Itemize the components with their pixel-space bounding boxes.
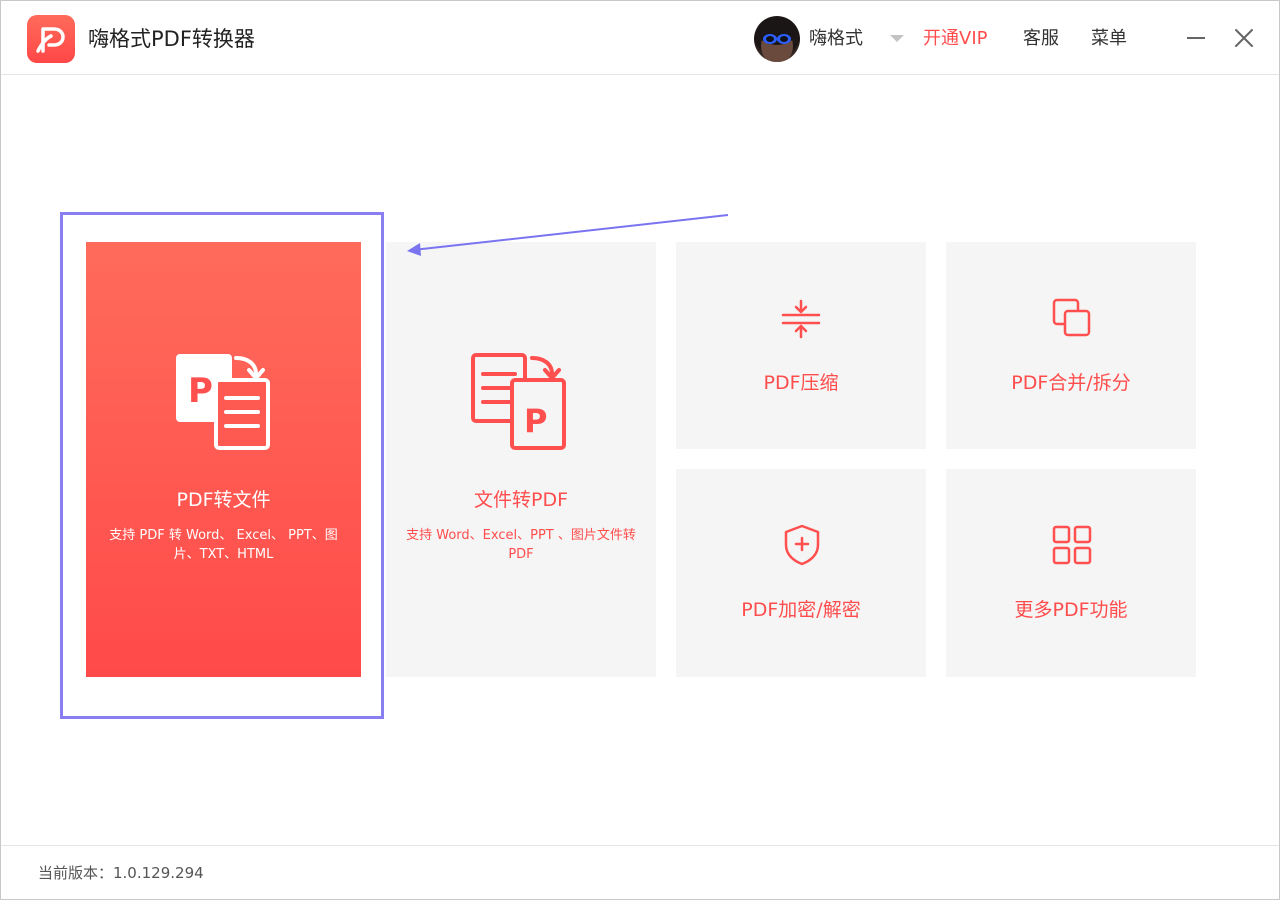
svg-text:P: P — [524, 402, 547, 440]
app-title: 嗨格式PDF转换器 — [88, 27, 255, 51]
more-pdf-tile[interactable]: 更多PDF功能 — [946, 469, 1196, 677]
pdf-merge-split-tile[interactable]: PDF合并/拆分 — [946, 242, 1196, 449]
file-to-pdf-icon: P — [470, 352, 570, 456]
pdf-to-file-desc: 支持 PDF 转 Word、 Excel、 PPT、图片、TXT、HTML — [109, 528, 338, 562]
pdf-to-file-icon: P — [174, 352, 274, 456]
minimize-icon[interactable] — [1187, 37, 1205, 39]
user-avatar[interactable] — [754, 16, 800, 62]
merge-split-icon — [1052, 298, 1092, 342]
open-vip-button[interactable]: 开通VIP — [923, 27, 987, 51]
more-pdf-title: 更多PDF功能 — [1014, 599, 1128, 621]
file-to-pdf-tile[interactable]: P 文件转PDF 支持 Word、Excel、PPT 、图片文件转 PDF — [386, 242, 656, 677]
shield-icon — [782, 523, 822, 571]
svg-text:P: P — [188, 371, 213, 411]
compress-icon — [781, 299, 821, 343]
pdf-compress-tile[interactable]: PDF压缩 — [676, 242, 926, 449]
pdf-merge-split-title: PDF合并/拆分 — [1011, 372, 1131, 394]
pdf-compress-title: PDF压缩 — [763, 372, 839, 394]
pdf-encrypt-title: PDF加密/解密 — [741, 599, 861, 621]
pdf-encrypt-tile[interactable]: PDF加密/解密 — [676, 469, 926, 677]
app-window: 嗨格式PDF转换器 嗨格式 开通VIP 客服 菜单 P PDF转文件 支持 PD… — [0, 0, 1280, 900]
close-icon[interactable] — [1234, 28, 1254, 48]
menu-button[interactable]: 菜单 — [1091, 27, 1127, 51]
pdf-to-file-title: PDF转文件 — [176, 489, 271, 511]
footer: 当前版本：1.0.129.294 — [1, 845, 1279, 900]
customer-service-button[interactable]: 客服 — [1023, 27, 1059, 51]
file-to-pdf-title: 文件转PDF — [473, 489, 569, 511]
username[interactable]: 嗨格式 — [809, 27, 863, 51]
version-text: 当前版本：1.0.129.294 — [38, 864, 204, 882]
pdf-to-file-tile[interactable]: P PDF转文件 支持 PDF 转 Word、 Excel、 PPT、图片、TX… — [86, 242, 361, 677]
grid-icon — [1052, 525, 1092, 569]
title-bar: 嗨格式PDF转换器 嗨格式 开通VIP 客服 菜单 — [1, 1, 1279, 75]
app-logo-icon — [27, 15, 75, 63]
chevron-down-icon[interactable] — [890, 35, 904, 42]
file-to-pdf-desc: 支持 Word、Excel、PPT 、图片文件转 PDF — [406, 528, 636, 562]
